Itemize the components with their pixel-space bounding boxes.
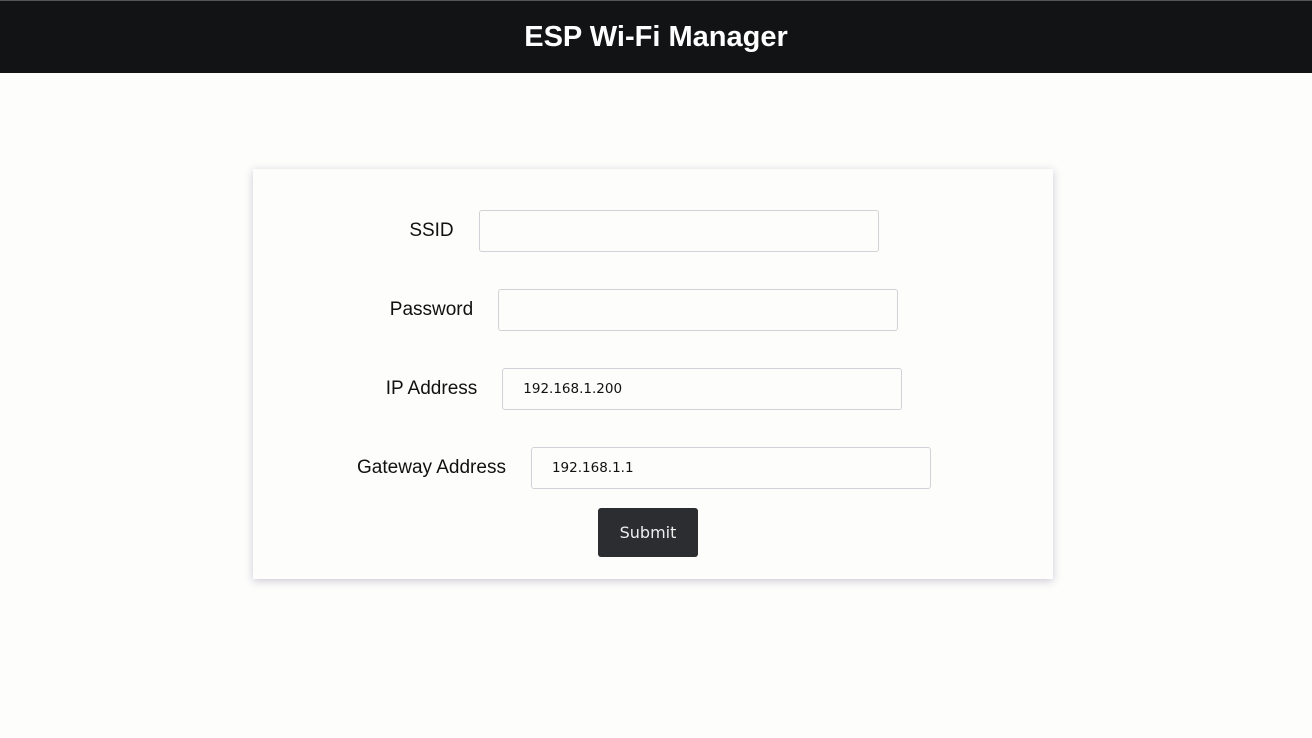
ssid-row: SSID: [244, 210, 1044, 252]
gateway-address-input[interactable]: [530, 447, 931, 489]
gateway-address-label: Gateway Address: [357, 457, 506, 478]
ip-address-label: IP Address: [385, 378, 478, 399]
ssid-label: SSID: [409, 220, 454, 241]
password-input[interactable]: [498, 289, 899, 331]
gateway-address-row: Gateway Address: [244, 447, 1044, 489]
top-bar: ESP Wi-Fi Manager: [0, 0, 1312, 73]
ip-address-input[interactable]: [502, 368, 903, 410]
page-title: ESP Wi-Fi Manager: [524, 20, 788, 53]
password-label: Password: [389, 299, 474, 320]
submit-button[interactable]: Submit: [598, 508, 698, 557]
password-row: Password: [244, 289, 1044, 331]
ssid-input[interactable]: [478, 210, 879, 252]
wifi-form-card: SSID Password IP Address Gateway Address…: [253, 169, 1053, 579]
ip-address-row: IP Address: [244, 368, 1044, 410]
